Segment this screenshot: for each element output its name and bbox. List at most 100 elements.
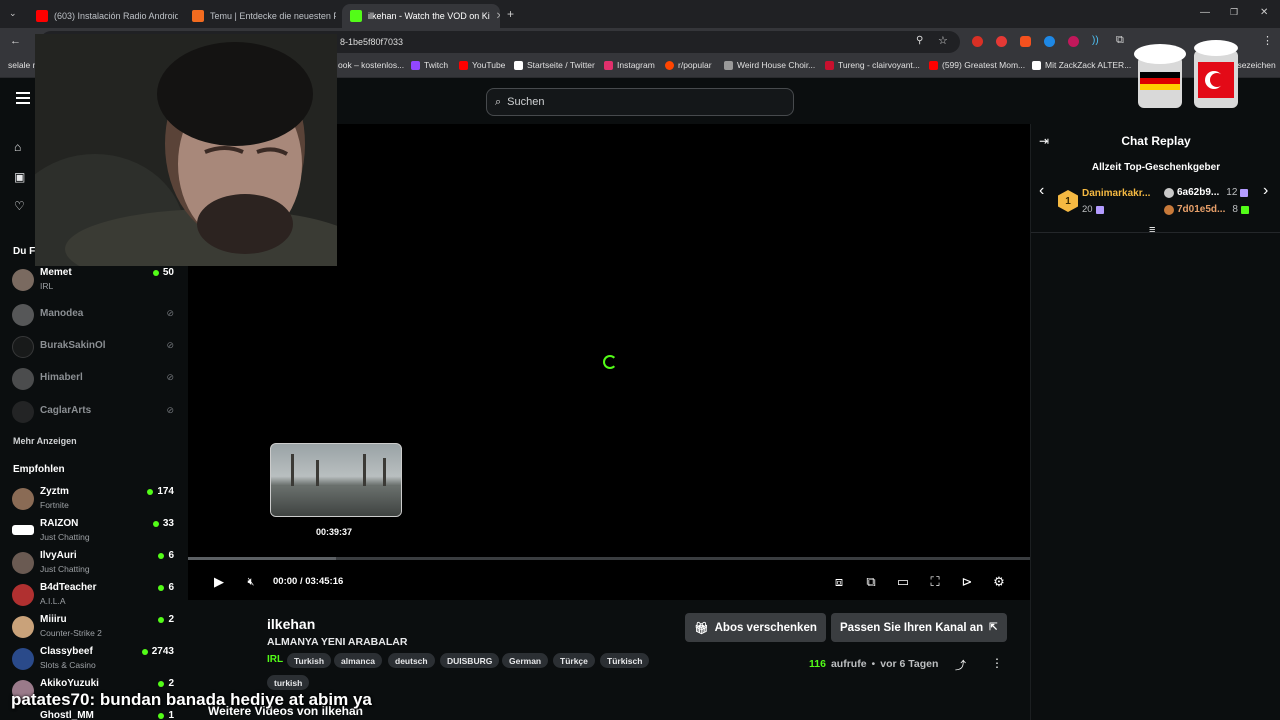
close-window-icon[interactable]: ✕ [1260,7,1268,18]
progress-bar[interactable] [188,557,1030,560]
tag[interactable]: Türkisch [600,653,650,668]
bookmark-twitch[interactable]: Twitch [411,60,448,70]
channel-name[interactable]: ilkehan [267,616,315,632]
extension-icon[interactable] [1044,36,1055,47]
viewer-count: 2 [158,678,174,689]
current-time: 00:00 [273,576,298,587]
gifter-name: 7d01e5d... [1177,204,1226,215]
sidebar-channel-raizon[interactable]: RAIZON Just Chatting 33 [12,518,178,548]
channel-name: AkikoYuzuki [40,678,99,689]
sidebar-channel-zyztm[interactable]: Zyztm Fortnite 174 [12,486,178,516]
restore-icon[interactable]: ❐ [1230,7,1238,18]
tag[interactable]: DUISBURG [440,653,500,668]
bookmark-instagram[interactable]: Instagram [604,60,655,70]
bookmark-item[interactable]: Mit ZackZack ALTER... [1032,60,1131,70]
extensions-puzzle-icon[interactable]: ⧉ [1116,34,1124,47]
sidebar-channel-miiiru[interactable]: Miiiru Counter-Strike 2 2 [12,614,178,644]
bookmark-star-icon[interactable]: ☆ [938,34,948,47]
sidebar-channel-memet[interactable]: Memet IRL 50 [12,267,178,297]
next-arrow-icon[interactable]: › [1263,182,1268,200]
viewer-count: 2 [158,614,174,625]
extension-icon[interactable] [1068,36,1079,47]
live-dot-icon [152,269,159,276]
play-icon[interactable]: ▶ [211,574,227,590]
sidebar-channel-b4dteacher[interactable]: B4dTeacher A.I.L.A 6 [12,582,178,612]
home-icon[interactable]: ⌂ [14,140,28,154]
clip-icon[interactable]: ⧉ [863,574,879,590]
recommended-heading: Empfohlen [13,464,65,475]
gifter-row[interactable]: 7d01e5d... 8 [1164,204,1249,215]
temu-favicon-icon [192,10,204,22]
settings-gear-icon[interactable]: ⚙ [991,574,1007,590]
tab-temu[interactable]: Temu | Entdecke die neuesten F ✕ [184,4,336,28]
tab-title: ilkehan - Watch the VOD on Ki [368,11,490,21]
tag[interactable]: Turkish [287,653,332,668]
browser-menu-icon[interactable]: ⋮ [1262,34,1273,47]
sidebar-channel-ilvyauri[interactable]: IlvyAuri Just Chatting 6 [12,550,178,580]
following-heart-icon[interactable]: ♡ [14,199,28,213]
channel-name: Himaberl [40,372,83,383]
browse-icon[interactable]: ▣ [14,170,28,184]
seek-preview-time: 00:39:37 [316,527,353,537]
playback-speed-icon[interactable]: ⊳ [959,574,975,590]
channel-name: Ghostl_MM [40,710,94,720]
gift-count: 12 [1226,187,1238,198]
mute-icon[interactable]: 🔇︎ [243,574,259,590]
close-tab-icon[interactable]: ✕ [496,11,500,22]
bookmark-item[interactable]: ook – kostenlos... [338,60,404,70]
tab-youtube[interactable]: (603) Instalación Radio Android ✕ [28,4,178,28]
bookmark-reddit[interactable]: r/popular [665,60,712,70]
category-link[interactable]: IRL [267,654,283,665]
gift-subs-button[interactable]: 🎁︎ Abos verschenken [685,613,826,642]
minimize-icon[interactable]: — [1200,7,1210,18]
bookmark-youtube[interactable]: (599) Greatest Mom... [929,60,1025,70]
zoom-icon[interactable]: ⚲ [916,35,923,46]
bookmark-item[interactable]: Weird House Choir... [724,60,815,70]
bookmark-twitter[interactable]: Startseite / Twitter [514,60,595,70]
extension-icon[interactable] [1020,36,1031,47]
x-twitter-icon [514,60,523,70]
bookmark-youtube[interactable]: YouTube [459,60,505,70]
tag[interactable]: almanca [334,653,383,668]
live-dot-icon [141,648,148,655]
expand-gifters-icon[interactable]: ≡ [1149,224,1155,236]
share-icon[interactable]: ⤴ [955,657,966,673]
view-count: 116 [809,658,826,670]
top-gifter-name[interactable]: Danimarkakr... [1082,188,1150,199]
tag[interactable]: turkish [267,675,310,690]
viewer-count: 33 [152,518,174,529]
sidebar-channel-classybeef[interactable]: Classybeef Slots & Casino 2743 [12,646,178,676]
back-arrow-icon[interactable]: ← [10,35,21,47]
new-tab-button[interactable]: + [507,7,514,21]
show-more-link[interactable]: Mehr Anzeigen [13,436,77,446]
duration: 03:45:16 [305,576,344,587]
prev-arrow-icon[interactable]: ‹ [1039,182,1044,200]
gift-count: 20 [1082,204,1093,215]
tag[interactable]: deutsch [388,653,435,668]
sidebar-channel-buraksakinol[interactable]: BurakSakinOl ⊘ [12,334,178,364]
extension-icon[interactable]: )) [1092,35,1099,46]
tag[interactable]: Türkçe [553,653,595,668]
channel-category: IRL [40,281,54,291]
sidebar-channel-caglararts[interactable]: CaglarArts ⊘ [12,399,178,429]
bookmark-tureng[interactable]: Tureng - clairvoyant... [825,60,920,70]
theater-mode-icon[interactable]: ▭ [895,574,911,590]
sidebar-channel-ghostl-mm[interactable]: Ghostl_MM 1 [12,710,178,720]
tab-kick-active[interactable]: ilkehan - Watch the VOD on Ki ✕ [342,4,500,28]
more-options-icon[interactable]: ⋮ [991,656,1003,670]
tab-list-chevron-icon[interactable]: ⌄ [9,8,17,19]
search-input[interactable]: ⌕ Suchen [486,88,794,116]
extension-icon[interactable] [972,36,983,47]
customize-channel-button[interactable]: Passen Sie Ihren Kanal an ⇱ [831,613,1007,642]
picture-in-picture-icon[interactable]: ⧈ [831,574,847,590]
tag[interactable]: German [502,653,549,668]
hamburger-menu-icon[interactable] [16,92,30,104]
youtube-icon [929,60,938,70]
fullscreen-icon[interactable]: ⛶ [927,574,943,590]
sidebar-channel-himaberl[interactable]: Himaberl ⊘ [12,366,178,396]
extension-icon[interactable] [996,36,1007,47]
gifter-row[interactable]: 6a62b9... 12 [1164,187,1249,198]
sidebar-channel-manodea[interactable]: Manodea ⊘ [12,302,178,332]
channel-name: Zyztm [40,486,69,497]
bookmark-label: Instagram [617,60,655,70]
